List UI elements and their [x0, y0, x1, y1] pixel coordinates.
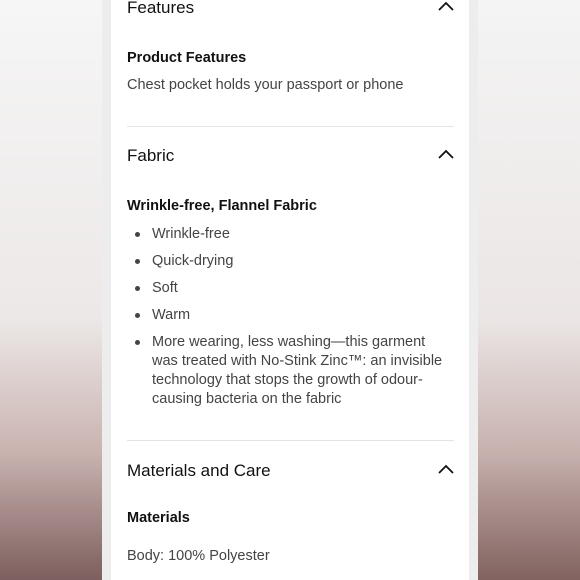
chevron-up-icon[interactable]: [438, 148, 454, 160]
materials-care-title: Materials and Care: [127, 461, 271, 480]
background-right: [478, 0, 580, 580]
list-item: Wrinkle-free: [127, 225, 454, 244]
fabric-subheading: Wrinkle-free, Flannel Fabric: [127, 198, 317, 214]
divider: [127, 126, 454, 127]
list-item: More wearing, less washing—this garment …: [127, 333, 454, 409]
materials-care-header[interactable]: Materials and Care: [127, 461, 454, 491]
phone-screen: Features Product Features Chest pocket h…: [102, 0, 478, 580]
fabric-header[interactable]: Fabric: [127, 146, 454, 176]
chevron-up-icon[interactable]: [438, 0, 454, 12]
materials-subheading: Materials: [127, 510, 190, 526]
list-item: Warm: [127, 306, 454, 325]
list-item: Soft: [127, 279, 454, 298]
fabric-bullet-list: Wrinkle-free Quick-drying Soft Warm More…: [127, 225, 454, 417]
features-text: Chest pocket holds your passport or phon…: [127, 77, 404, 93]
fabric-title: Fabric: [127, 146, 175, 165]
features-title: Features: [127, 0, 195, 17]
chevron-up-icon[interactable]: [438, 463, 454, 475]
divider: [127, 440, 454, 441]
features-header[interactable]: Features: [127, 0, 454, 28]
features-subheading: Product Features: [127, 50, 247, 66]
materials-text: Body: 100% Polyester: [127, 548, 270, 564]
background-left: [0, 0, 102, 580]
list-item: Quick-drying: [127, 252, 454, 271]
